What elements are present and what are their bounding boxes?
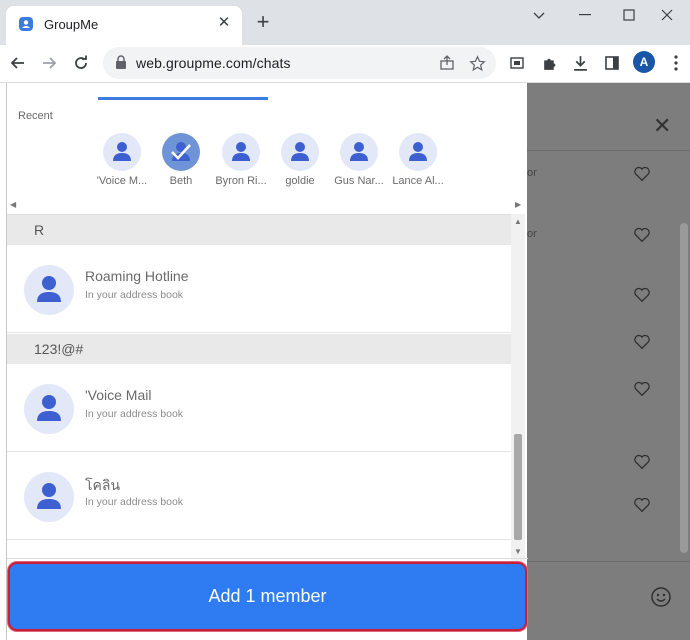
heart-icon[interactable] — [633, 333, 651, 351]
person-icon — [350, 142, 368, 161]
person-icon — [113, 142, 131, 161]
scroll-left-arrow-icon[interactable]: ◀ — [10, 200, 16, 209]
recent-contacts-row: 'Voice M... Beth Byron Ri... goldie Gus … — [93, 133, 453, 193]
back-arrow-icon[interactable] — [4, 49, 32, 77]
browser-tab-groupme[interactable]: GroupMe ✕ — [6, 6, 242, 45]
person-icon — [37, 483, 61, 509]
contact-row[interactable]: Roaming Hotline In your address book — [7, 245, 511, 333]
avatar — [281, 133, 319, 171]
recent-contact-name: Lance Al... — [392, 175, 444, 187]
recent-contact-name: Byron Ri... — [215, 175, 267, 187]
recent-contact[interactable]: Lance Al... — [389, 133, 447, 191]
section-header-r: R — [7, 215, 511, 245]
contact-subtitle: In your address book — [85, 496, 184, 508]
person-icon — [409, 142, 427, 161]
tab-close-icon[interactable]: ✕ — [214, 13, 234, 33]
avatar — [222, 133, 260, 171]
recent-contact-name: Gus Nar... — [334, 175, 384, 187]
new-tab-button[interactable]: + — [250, 10, 276, 36]
section-label: R — [34, 222, 45, 238]
recent-contact-name: goldie — [285, 175, 315, 187]
add-members-dialog: Recent 'Voice M... Beth Byron Ri... gold… — [6, 83, 528, 640]
chevron-down-icon[interactable] — [516, 0, 562, 30]
contact-subtitle: In your address book — [85, 408, 184, 420]
heart-icon[interactable] — [633, 496, 651, 514]
browser-tab-bar: GroupMe ✕ + — [0, 0, 690, 45]
share-icon[interactable] — [437, 53, 457, 73]
heart-icon[interactable] — [633, 380, 651, 398]
person-icon — [291, 142, 309, 161]
more-vertical-icon[interactable] — [664, 51, 688, 75]
heart-icon[interactable] — [633, 453, 651, 471]
contact-name: โคลิน — [85, 477, 121, 493]
contact-list: R Roaming Hotline In your address book 1… — [7, 214, 511, 562]
avatar — [162, 133, 200, 171]
heart-icon[interactable] — [633, 165, 651, 183]
person-icon — [37, 395, 61, 421]
divider — [527, 150, 690, 151]
recent-contact[interactable]: 'Voice M... — [93, 133, 151, 191]
contact-name: 'Voice Mail — [85, 387, 152, 403]
recent-label: Recent — [18, 110, 53, 122]
star-icon[interactable] — [467, 53, 487, 73]
scroll-down-arrow-icon[interactable]: ▼ — [514, 547, 522, 556]
section-header-symbols: 123!@# — [7, 334, 511, 364]
add-member-button[interactable]: Add 1 member — [8, 562, 527, 631]
recent-contact[interactable]: Byron Ri... — [212, 133, 270, 191]
section-label: 123!@# — [34, 341, 84, 357]
divider — [7, 558, 528, 559]
avatar — [399, 133, 437, 171]
tab-title: GroupMe — [44, 17, 99, 32]
active-tab-indicator — [98, 97, 268, 100]
message-snippet: or — [527, 228, 537, 240]
recent-contact-name: 'Voice M... — [96, 175, 148, 187]
recent-contact-name: Beth — [169, 175, 193, 187]
message-snippet: or — [527, 167, 537, 179]
forward-arrow-icon[interactable] — [35, 49, 63, 77]
contact-row[interactable]: 'Voice Mail In your address book — [7, 364, 511, 452]
download-icon[interactable] — [568, 51, 592, 75]
close-window-icon[interactable] — [644, 0, 690, 30]
avatar — [24, 384, 74, 434]
chat-scrollbar[interactable] — [680, 223, 688, 553]
recent-contact[interactable]: goldie — [271, 133, 329, 191]
avatar — [103, 133, 141, 171]
recent-contact-selected[interactable]: Beth — [152, 133, 210, 191]
profile-avatar[interactable]: A — [633, 51, 655, 73]
contact-list-scrollbar[interactable]: ▲ ▼ — [511, 214, 525, 562]
checkmark-icon — [171, 142, 191, 161]
avatar — [24, 265, 74, 315]
contact-subtitle: In your address book — [85, 289, 184, 301]
contact-name: Roaming Hotline — [85, 268, 189, 284]
scroll-up-arrow-icon[interactable]: ▲ — [514, 217, 522, 226]
recent-contact[interactable]: Gus Nar... — [330, 133, 388, 191]
address-bar[interactable]: web.groupme.com/chats — [103, 47, 496, 79]
avatar — [24, 472, 74, 522]
close-icon[interactable]: ✕ — [653, 113, 671, 139]
side-panel-icon[interactable] — [600, 51, 624, 75]
emoji-icon[interactable] — [650, 586, 672, 608]
scroll-right-arrow-icon[interactable]: ▶ — [515, 200, 521, 209]
minimize-icon[interactable] — [562, 0, 608, 30]
reload-icon[interactable] — [67, 49, 95, 77]
person-icon — [37, 276, 61, 302]
url-text: web.groupme.com/chats — [136, 55, 291, 71]
person-icon — [232, 142, 250, 161]
heart-icon[interactable] — [633, 286, 651, 304]
contact-row[interactable]: โคลิน In your address book — [7, 452, 511, 540]
lock-icon — [116, 55, 126, 69]
browser-toolbar: web.groupme.com/chats A — [0, 45, 690, 83]
divider — [527, 561, 690, 562]
avatar — [340, 133, 378, 171]
scrollbar-thumb[interactable] — [514, 434, 522, 540]
screenshot-icon[interactable] — [505, 51, 529, 75]
heart-icon[interactable] — [633, 226, 651, 244]
extensions-puzzle-icon[interactable] — [537, 51, 561, 75]
groupme-logo-icon — [19, 17, 33, 31]
background-chat-overlay: ✕ or or — [527, 83, 690, 640]
